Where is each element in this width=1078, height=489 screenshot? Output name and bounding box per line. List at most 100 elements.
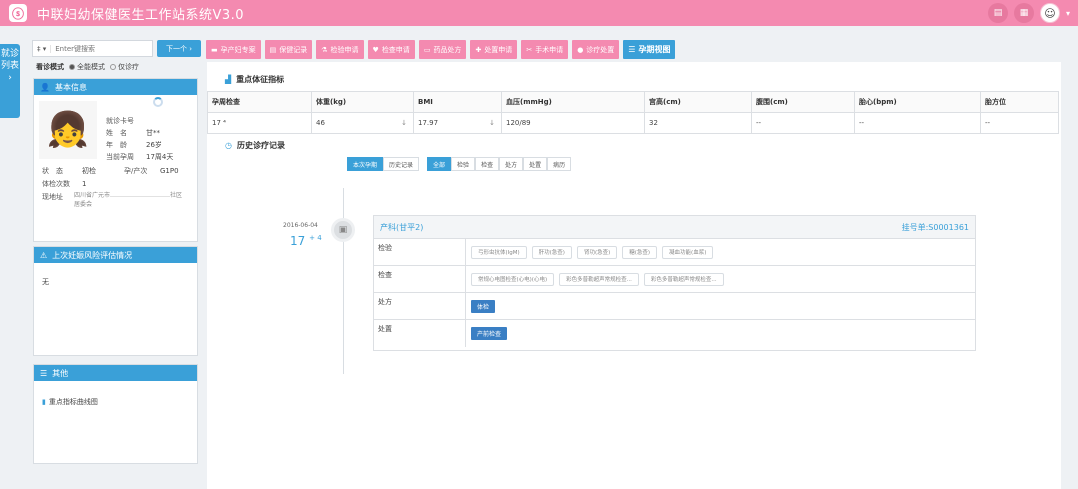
lab-item[interactable]: 肝功(急查): [531, 245, 572, 259]
filter-all[interactable]: 全部: [427, 157, 452, 171]
flask-icon: ⚗: [321, 45, 328, 54]
filter-exam[interactable]: 检查: [475, 157, 500, 171]
arrow-down-icon: ↓: [401, 119, 407, 127]
record-row-prescription: 处方 体检: [374, 293, 975, 320]
record-row-disposal: 处置 产前检查: [374, 320, 975, 347]
loading-icon: [153, 97, 163, 107]
visits-field: 体检次数 1: [42, 180, 87, 188]
bp-cell: 120/89: [501, 112, 645, 134]
address-field: 现地址 四川省广元市…………………………社区居委会: [42, 192, 183, 208]
bar-chart-icon: ▟: [225, 75, 232, 84]
basic-info-panel: 👤 基本信息 👧 姓 名甘** 就诊卡号 年 龄 26岁 当前孕周 17周4天 状 …: [33, 78, 198, 242]
list-icon: ☰: [40, 368, 48, 378]
search-input[interactable]: [51, 44, 137, 53]
tab-current-pregnancy[interactable]: 本次孕期: [347, 157, 384, 171]
record-row-lab: 检验 弓形虫抗体(IgM) 肝功(急查) 肾功(急查) 糖(急查) 凝血功能(血…: [374, 239, 975, 266]
mode-selector: 看诊模式 全能模式 仅诊疗: [36, 62, 139, 72]
bmi-cell: 17.97 ↓: [413, 112, 502, 134]
column-header: 孕周检查: [207, 91, 312, 113]
filter-prescription[interactable]: 处方: [499, 157, 524, 171]
vitals-table: 孕周检查 体重(kg) BMI 血压(mmHg) 宫高(cm) 腹围(cm) 胎…: [207, 91, 1059, 134]
fundal-height-cell: 32: [644, 112, 752, 134]
exam-item[interactable]: 常规心电图检查(心电)(心电): [471, 272, 555, 286]
patient-photo: 👧: [39, 101, 97, 159]
arrow-down-icon: ↓: [489, 119, 495, 127]
disposal-button[interactable]: 产前检查: [471, 327, 508, 340]
nav-exam-request[interactable]: ♥ 检查申请: [367, 40, 415, 59]
key-indicator-chart-link[interactable]: ▮ 重点指标曲线图: [42, 397, 98, 407]
record-header: 产科(甘平2) 挂号单:S0001361: [374, 216, 975, 239]
user-icon: ●: [577, 45, 584, 54]
panel-header: ☰ 其他: [34, 365, 197, 381]
search-type-select[interactable]: ‡ ▾: [33, 44, 52, 53]
risk-panel: ⚠ 上次妊娠风险评估情况 无: [33, 246, 198, 356]
status-field: 状 态初检: [42, 167, 96, 175]
record-icon: ▤: [269, 45, 277, 54]
visit-gest-week: 17 + 4: [290, 234, 322, 248]
chevron-down-icon[interactable]: ▾: [1066, 9, 1070, 18]
risk-value: 无: [42, 278, 49, 286]
scissors-icon: ✂: [526, 45, 533, 54]
mode-treat-radio[interactable]: 仅诊疗: [110, 62, 139, 72]
visit-list-tab[interactable]: 就诊列表 ›: [0, 44, 20, 118]
filter-disposal[interactable]: 处置: [523, 157, 548, 171]
mode-label: 看诊模式: [36, 63, 64, 71]
lab-item[interactable]: 凝血功能(血浆): [662, 245, 714, 259]
mode-all-radio[interactable]: 全能模式: [69, 62, 105, 72]
nav-prescription[interactable]: ▭ 药品处方: [418, 40, 467, 59]
heart-icon: ♥: [372, 45, 379, 54]
app-title: 中联妇幼保健医生工作站系统V3.0: [37, 7, 245, 23]
lab-item[interactable]: 肾功(急查): [576, 245, 618, 259]
radio-icon: [69, 64, 75, 70]
user-avatar[interactable]: ☺: [1039, 3, 1060, 23]
vitals-section-title: ▟ 重点体征指标: [225, 75, 285, 84]
column-header: BMI: [413, 91, 502, 113]
warning-icon: ⚠: [40, 250, 48, 260]
history-filter-tabs: 本次孕期 历史记录 全部 检验 检查 处方 处置 病历: [347, 157, 572, 171]
panel-header: 👤 基本信息: [34, 79, 197, 95]
prescription-button[interactable]: 体检: [471, 299, 496, 313]
fetal-position-cell: --: [980, 112, 1059, 134]
table-row: 17 ⁴ 46 ↓ 17.97 ↓ 120/89 32 -- -- --: [207, 112, 1059, 134]
patient-search: ‡ ▾: [32, 40, 153, 57]
nav-disposal-request[interactable]: ✚ 处置申请: [470, 40, 518, 59]
bar-chart-icon: ▮: [42, 398, 46, 406]
logo-icon: ⓢ: [9, 4, 27, 22]
gest-week-cell: 17 ⁴: [207, 112, 312, 134]
exam-item[interactable]: 彩色多普勒超声常规检查...: [643, 272, 724, 286]
table-header-row: 孕周检查 体重(kg) BMI 血压(mmHg) 宫高(cm) 腹围(cm) 胎…: [207, 91, 1059, 113]
column-header: 胎心(bpm): [854, 91, 981, 113]
gestation-field: 当前孕周 17周4天: [106, 153, 174, 161]
nav-lab-request[interactable]: ⚗ 检验申请: [316, 40, 364, 59]
lab-item[interactable]: 糖(急查): [622, 245, 658, 259]
exam-item[interactable]: 彩色多普勒超声常规检查...: [559, 272, 639, 286]
top-right-tools: ▤ ▦ ☺ ▾: [987, 3, 1070, 23]
user-icon: 👤: [40, 82, 50, 92]
other-panel: ☰ 其他 ▮ 重点指标曲线图: [33, 364, 198, 464]
next-patient-button[interactable]: 下一个 ›: [157, 40, 201, 57]
lab-item[interactable]: 弓形虫抗体(IgM): [471, 245, 527, 259]
tab-history-records[interactable]: 历史记录: [383, 157, 420, 171]
fetal-heart-cell: --: [854, 112, 981, 134]
grid-icon[interactable]: ▦: [1013, 3, 1034, 23]
panel-title: 上次妊娠风险评估情况: [52, 250, 133, 260]
clock-icon: ◷: [225, 141, 232, 150]
nav-surgery-request[interactable]: ✂ 手术申请: [521, 40, 569, 59]
nav-pregnancy-view[interactable]: ☰ 孕期视图: [623, 40, 676, 59]
panel-title: 其他: [52, 368, 69, 378]
panel-title: 基本信息: [54, 82, 87, 92]
record-row-exam: 检查 常规心电图检查(心电)(心电) 彩色多普勒超声常规检查... 彩色多普勒超…: [374, 266, 975, 293]
visit-date: 2016-06-04: [283, 222, 318, 229]
row-label: 处置: [374, 320, 466, 347]
nav-treatment[interactable]: ● 诊疗处置: [572, 40, 620, 59]
panel-header: ⚠ 上次妊娠风险评估情况: [34, 247, 197, 263]
filter-lab[interactable]: 检验: [451, 157, 476, 171]
folder-icon: ▬: [211, 45, 218, 54]
chart-icon[interactable]: ▤: [987, 3, 1008, 23]
row-label: 检验: [374, 239, 466, 265]
nav-care-record[interactable]: ▤ 保健记录: [264, 40, 313, 59]
filter-medical-record[interactable]: 病历: [547, 157, 572, 171]
nav-maternal-case[interactable]: ▬ 孕产妇专案: [206, 40, 261, 59]
history-section-title: ◷ 历史诊疗记录: [225, 141, 285, 150]
visit-record-card: 产科(甘平2) 挂号单:S0001361 检验 弓形虫抗体(IgM) 肝功(急查…: [373, 215, 976, 351]
